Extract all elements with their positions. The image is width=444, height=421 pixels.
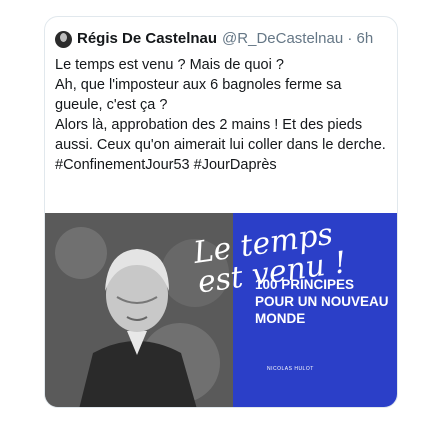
timestamp[interactable]: 6h (357, 30, 374, 47)
tweet-line-2: Ah, que l'imposteur aux 6 bagnoles ferme… (55, 77, 342, 113)
tweet-header: Régis De Castelnau @R_DeCastelnau · 6h (55, 29, 373, 49)
handle[interactable]: @R_DeCastelnau (222, 30, 343, 47)
cover-subtitle: 100 PRINCIPES POUR UN NOUVEAU MONDE (255, 277, 389, 326)
tweet-card[interactable]: Régis De Castelnau @R_DeCastelnau · 6h L… (44, 16, 398, 408)
tweet-line-1: Le temps est venu ? Mais de quoi ? (55, 57, 284, 73)
avatar[interactable] (55, 30, 72, 48)
tweet-body: Le temps est venu ? Mais de quoi ? Ah, q… (55, 55, 393, 175)
handle-group: @R_DeCastelnau · 6h (222, 29, 373, 49)
cover-author: NICOLAS HULOT (267, 366, 314, 372)
separator: · (343, 30, 357, 47)
tweet-line-3: Alors là, approbation des 2 mains ! Et d… (55, 117, 386, 153)
tweet-media[interactable]: Le temps est venu ! 100 PRINCIPES POUR U… (45, 213, 397, 407)
hashtags[interactable]: #ConfinementJour53 #JourDaprès (55, 155, 393, 175)
display-name[interactable]: Régis De Castelnau (77, 29, 217, 49)
